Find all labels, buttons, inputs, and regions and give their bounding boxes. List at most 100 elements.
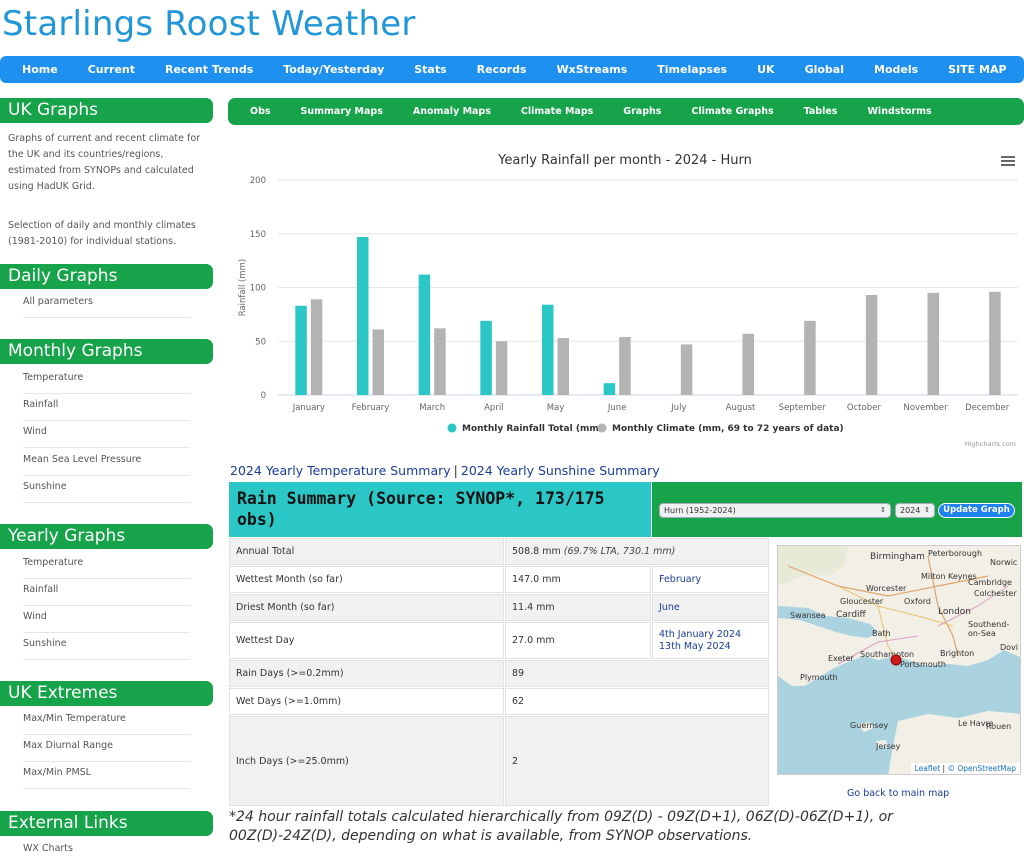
map-label-colchester: Colchester [974,589,1017,598]
map-attribution: Leaflet | © OpenStreetMap [910,763,1020,774]
nav-stats[interactable]: Stats [414,63,446,76]
nav-wxstreams[interactable]: WxStreams [557,63,628,76]
wet-days-value: 62 [505,688,769,715]
map-label-jersey: Jersey [876,742,901,751]
sidebar-item-yearly-rainfall[interactable]: Rainfall [23,579,190,606]
bar-monthly-climate [804,320,816,395]
back-to-main-map-link[interactable]: Go back to main map [847,788,949,799]
bar-rainfall-total [357,236,369,395]
sidebar-item-yearly-temperature[interactable]: Temperature [23,552,190,579]
nav-current[interactable]: Current [88,63,135,76]
map-label-worcester: Worcester [866,584,907,593]
sidebar-item-monthly-wind[interactable]: Wind [23,421,190,448]
sidebar-item-max-min-pmsl[interactable]: Max/Min PMSL [23,762,190,789]
subnav-tables[interactable]: Tables [804,106,838,117]
wettest-day-value: 27.0 mm [505,622,651,659]
driest-month-name[interactable]: June [652,594,769,621]
subnav-climate-graphs[interactable]: Climate Graphs [691,106,773,117]
year-select[interactable]: 2024 ⇕ [895,503,935,518]
y-axis-label: Rainfall (mm) [238,259,248,317]
bar-monthly-climate [310,299,323,395]
map-label-peterborough: Peterborough [928,549,983,558]
map-label-exeter: Exeter [828,654,854,663]
x-tick-label: September [779,403,826,413]
annual-total-cell: 508.8 mm (69.7% LTA, 730.1 mm) [505,538,769,565]
page: Starlings Roost Weather Home Current Rec… [0,0,1024,856]
wettest-day-dates: 4th January 2024 13th May 2024 [652,622,769,659]
rain-summary-heading: Rain Summary (Source: SYNOP*, 173/175 ob… [229,482,651,537]
wettest-day-date-1[interactable]: 4th January 2024 [659,629,741,641]
y-tick-label: 200 [250,176,266,186]
link-yearly-sunshine-summary[interactable]: 2024 Yearly Sunshine Summary [461,463,660,478]
legend-marker-monthly-climate [597,423,607,433]
y-tick-label: 100 [250,284,266,294]
nav-home[interactable]: Home [22,63,58,76]
annual-total-lta: (69.7% LTA, 730.1 mm) [563,546,676,557]
subnav-obs[interactable]: Obs [250,106,271,117]
map-label-brighton: Brighton [940,649,975,658]
subnav-windstorms[interactable]: Windstorms [867,106,931,117]
wettest-day-date-2[interactable]: 13th May 2024 [659,641,731,653]
nav-records[interactable]: Records [477,63,527,76]
map-label-bath: Bath [872,629,891,638]
y-tick-label: 150 [250,230,266,240]
subnav-anomaly-maps[interactable]: Anomaly Maps [413,106,491,117]
legend-label-rainfall-total: Monthly Rainfall Total (mm) [462,424,603,434]
sidebar-heading-uk-extremes: UK Extremes [0,681,213,706]
map-label-oxford: Oxford [904,597,931,606]
nav-uk[interactable]: UK [757,63,774,76]
site-title[interactable]: Starlings Roost Weather [2,4,416,44]
nav-timelapses[interactable]: Timelapses [657,63,727,76]
sidebar-item-wx-charts[interactable]: WX Charts [23,838,190,856]
leaflet-link[interactable]: Leaflet [915,764,941,773]
summary-links-separator: | [453,463,458,478]
rain-days-value: 89 [505,660,769,687]
sidebar-item-yearly-sunshine[interactable]: Sunshine [23,633,190,660]
sidebar-item-max-min-temperature[interactable]: Max/Min Temperature [23,708,190,735]
sidebar-item-all-parameters[interactable]: All parameters [23,291,190,318]
map-label-dover: Dovi [1000,643,1019,652]
bar-monthly-climate [680,344,693,395]
x-tick-label: February [352,403,390,413]
bar-monthly-climate [927,292,939,395]
subnav-graphs[interactable]: Graphs [623,106,661,117]
bar-monthly-climate [865,295,878,395]
x-tick-label: August [726,403,756,413]
sidebar-item-max-diurnal-range[interactable]: Max Diurnal Range [23,735,190,762]
bar-monthly-climate [434,328,446,395]
nav-recent-trends[interactable]: Recent Trends [165,63,253,76]
link-yearly-temperature-summary[interactable]: 2024 Yearly Temperature Summary [230,463,451,478]
y-tick-label: 0 [261,391,266,401]
nav-site-map[interactable]: SITE MAP [948,63,1006,76]
map-label-cardiff: Cardiff [836,610,866,620]
footnote: *24 hour rainfall totals calculated hier… [229,809,893,844]
bar-rainfall-total [542,304,554,395]
openstreetmap-link[interactable]: © OpenStreetMap [947,764,1016,773]
nav-models[interactable]: Models [874,63,918,76]
sidebar-heading-external-links: External Links [0,811,213,836]
wettest-month-name[interactable]: February [652,566,769,593]
subnav-summary-maps[interactable]: Summary Maps [301,106,383,117]
station-marker-icon[interactable] [890,654,902,666]
top-nav: Home Current Recent Trends Today/Yesterd… [0,56,1024,83]
bar-monthly-climate [619,336,631,395]
sidebar-item-monthly-sunshine[interactable]: Sunshine [23,476,190,503]
update-graph-button[interactable]: Update Graph [938,503,1015,518]
station-map[interactable]: Birmingham Peterborough Norwic Worcester… [777,545,1021,775]
sidebar-heading-monthly-graphs: Monthly Graphs [0,339,213,364]
sidebar-item-monthly-mslp[interactable]: Mean Sea Level Pressure [23,449,190,476]
sidebar-item-yearly-wind[interactable]: Wind [23,606,190,633]
wettest-day-label: Wettest Day [229,622,504,659]
station-select[interactable]: Hurn (1952-2024) ⇕ [659,503,891,518]
annual-total-value: 508.8 mm [512,546,561,557]
subnav-climate-maps[interactable]: Climate Maps [521,106,593,117]
nav-today-yesterday[interactable]: Today/Yesterday [283,63,384,76]
sidebar-item-monthly-temperature[interactable]: Temperature [23,367,190,394]
sidebar-item-monthly-rainfall[interactable]: Rainfall [23,394,190,421]
nav-global[interactable]: Global [805,63,844,76]
map-label-london: London [938,607,971,617]
bar-rainfall-total [418,274,431,395]
bar-monthly-climate [557,338,569,395]
sidebar-heading-yearly-graphs: Yearly Graphs [0,524,213,549]
chart-menu-icon[interactable] [1001,156,1015,168]
